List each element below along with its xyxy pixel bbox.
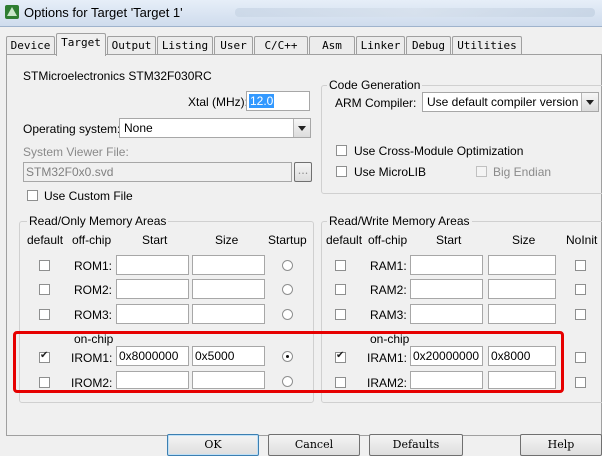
custom-file-checkbox[interactable] bbox=[27, 190, 38, 201]
defaults-button[interactable]: Defaults bbox=[369, 434, 463, 456]
highlight-box bbox=[13, 331, 564, 393]
rom1-startup-radio[interactable] bbox=[282, 260, 293, 271]
svd-input[interactable]: STM32F0x0.svd bbox=[23, 162, 292, 182]
custom-file-label: Use Custom File bbox=[44, 189, 133, 203]
help-button[interactable]: Help bbox=[520, 434, 602, 456]
big-endian-checkbox[interactable] bbox=[476, 166, 487, 177]
tab-device[interactable]: Device bbox=[6, 36, 55, 55]
tab-target[interactable]: Target bbox=[56, 33, 106, 56]
ram1-size-input[interactable] bbox=[488, 255, 556, 275]
arm-compiler-value: Use default compiler version bbox=[427, 95, 579, 109]
ok-button[interactable]: OK bbox=[167, 434, 259, 456]
xtal-value: 12.0 bbox=[249, 94, 275, 108]
rom3-label: ROM3: bbox=[74, 308, 113, 322]
chevron-down-icon bbox=[293, 119, 310, 137]
iram1-noinit-checkbox[interactable] bbox=[575, 352, 586, 363]
device-name: STMicroelectronics STM32F030RC bbox=[23, 69, 212, 83]
ram3-size-input[interactable] bbox=[488, 304, 556, 324]
code-generation-title: Code Generation bbox=[327, 78, 423, 92]
rom1-start-input[interactable] bbox=[116, 255, 189, 275]
big-endian-label: Big Endian bbox=[493, 165, 552, 179]
arm-compiler-select[interactable]: Use default compiler version bbox=[422, 92, 599, 112]
ram3-default-checkbox[interactable] bbox=[335, 309, 346, 320]
rom2-size-input[interactable] bbox=[192, 279, 265, 299]
ram1-label: RAM1: bbox=[370, 259, 407, 273]
ram2-start-input[interactable] bbox=[410, 279, 483, 299]
tab-user[interactable]: User bbox=[214, 36, 253, 55]
microlib-label: Use MicroLIB bbox=[354, 165, 427, 179]
tab-linker[interactable]: Linker bbox=[356, 36, 405, 55]
rom2-default-checkbox[interactable] bbox=[39, 284, 50, 295]
tab-listing[interactable]: Listing bbox=[157, 36, 213, 55]
rom2-start-input[interactable] bbox=[116, 279, 189, 299]
ram3-noinit-checkbox[interactable] bbox=[575, 309, 586, 320]
cross-module-checkbox[interactable] bbox=[336, 145, 347, 156]
svd-browse-button[interactable]: ... bbox=[294, 162, 312, 182]
tab-asm[interactable]: Asm bbox=[309, 36, 355, 55]
rom2-startup-radio[interactable] bbox=[282, 284, 293, 295]
tab-debug[interactable]: Debug bbox=[406, 36, 451, 55]
rom2-label: ROM2: bbox=[74, 283, 113, 297]
ram1-start-input[interactable] bbox=[410, 255, 483, 275]
ram-header-default: default bbox=[326, 233, 363, 247]
iram2-noinit-checkbox[interactable] bbox=[575, 377, 586, 388]
ram2-noinit-checkbox[interactable] bbox=[575, 284, 586, 295]
rom-header-default: default bbox=[27, 233, 64, 247]
ram2-default-checkbox[interactable] bbox=[335, 284, 346, 295]
ram1-noinit-checkbox[interactable] bbox=[575, 260, 586, 271]
ram-header-noinit: NoInit bbox=[566, 233, 598, 247]
chevron-down-icon bbox=[581, 93, 598, 111]
ram-title: Read/Write Memory Areas bbox=[327, 214, 472, 228]
rom3-default-checkbox[interactable] bbox=[39, 309, 50, 320]
ram3-start-input[interactable] bbox=[410, 304, 483, 324]
tab-output[interactable]: Output bbox=[107, 36, 156, 55]
ram-header-size: Size bbox=[512, 233, 536, 247]
rom-header-size: Size bbox=[215, 233, 239, 247]
microlib-checkbox[interactable] bbox=[336, 166, 347, 177]
ram2-label: RAM2: bbox=[370, 283, 407, 297]
rom1-default-checkbox[interactable] bbox=[39, 260, 50, 271]
arm-compiler-label: ARM Compiler: bbox=[335, 96, 417, 110]
os-value: None bbox=[124, 121, 153, 135]
rom-header-startup: Startup bbox=[268, 233, 307, 247]
rom1-label: ROM1: bbox=[74, 259, 113, 273]
cancel-button[interactable]: Cancel bbox=[268, 434, 360, 456]
rom-title: Read/Only Memory Areas bbox=[27, 214, 169, 228]
app-icon bbox=[5, 5, 19, 19]
ram-header-start: Start bbox=[436, 233, 462, 247]
xtal-input[interactable]: 12.0 bbox=[246, 91, 310, 111]
rom-header-offchip: off-chip bbox=[72, 233, 112, 247]
os-label: Operating system: bbox=[23, 122, 121, 136]
os-select[interactable]: None bbox=[119, 118, 311, 138]
rom3-start-input[interactable] bbox=[116, 304, 189, 324]
title-path-blur bbox=[235, 8, 595, 17]
rom-header-start: Start bbox=[142, 233, 168, 247]
rom3-startup-radio[interactable] bbox=[282, 309, 293, 320]
tab-utilities[interactable]: Utilities bbox=[452, 36, 522, 55]
svd-label: System Viewer File: bbox=[23, 145, 129, 159]
ram2-size-input[interactable] bbox=[488, 279, 556, 299]
rom1-size-input[interactable] bbox=[192, 255, 265, 275]
window-title: Options for Target 'Target 1' bbox=[24, 5, 183, 20]
ram1-default-checkbox[interactable] bbox=[335, 260, 346, 271]
xtal-label: Xtal (MHz): bbox=[188, 95, 248, 109]
cross-module-label: Use Cross-Module Optimization bbox=[354, 144, 524, 158]
rom3-size-input[interactable] bbox=[192, 304, 265, 324]
ram3-label: RAM3: bbox=[370, 308, 407, 322]
title-bar: Options for Target 'Target 1' bbox=[0, 0, 602, 27]
tab-c-cpp[interactable]: C/C++ bbox=[254, 36, 308, 55]
ram-header-offchip: off-chip bbox=[368, 233, 408, 247]
